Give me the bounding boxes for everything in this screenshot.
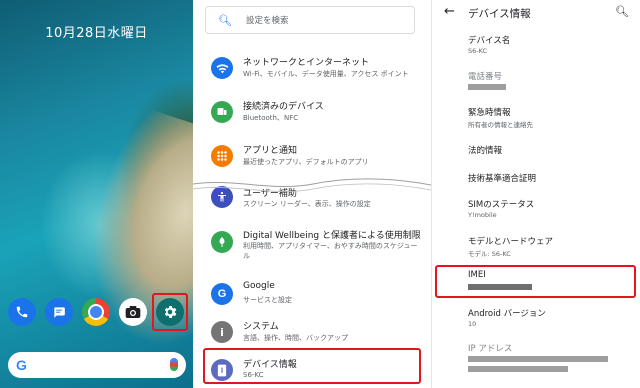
device-item-certification[interactable]: 技術基準適合証明 <box>468 172 536 184</box>
settings-item-title: アプリと通知 <box>243 146 298 156</box>
settings-item-subtitle: 最近使ったアプリ、デフォルトのアプリ <box>243 158 369 166</box>
chrome-icon[interactable] <box>82 298 110 326</box>
settings-item-digital-wellbeing[interactable]: Digital Wellbeing と保護者による使用制限 利用時間、アプリタイ… <box>193 222 431 278</box>
device-item-value: Y!mobile <box>468 211 497 219</box>
camera-icon[interactable] <box>119 298 147 326</box>
settings-item-title: Digital Wellbeing と保護者による使用制限 <box>243 231 421 241</box>
device-item-value: モデル: S6-KC <box>468 250 511 258</box>
back-arrow-icon[interactable]: ← <box>444 4 455 19</box>
redacted-value <box>468 366 568 372</box>
device-info-highlight-box <box>203 348 421 384</box>
device-item-label: モデルとハードウェア <box>468 237 554 247</box>
settings-item-subtitle: 言語、操作、時間、バックアップ <box>243 334 348 342</box>
imei-highlight-box <box>435 265 636 298</box>
settings-item-connected-devices[interactable]: 接続済みのデバイス Bluetooth、NFC <box>193 92 431 136</box>
search-icon[interactable]: 🔍︎ <box>615 5 629 18</box>
google-icon: G <box>211 283 233 305</box>
redacted-value <box>468 84 506 90</box>
apps-icon <box>211 145 233 167</box>
device-item-label: IP アドレス <box>468 344 513 354</box>
settings-item-title: 接続済みのデバイス <box>243 102 324 112</box>
settings-item-subtitle: サービスと設定 <box>243 296 292 304</box>
page-title: デバイス情報 <box>468 8 531 20</box>
home-date: 10月28日水曜日 <box>45 26 148 41</box>
device-item-value: S6-KC <box>468 47 488 55</box>
device-item-legal-info[interactable]: 法的情報 <box>468 144 502 156</box>
settings-item-title: システム <box>243 322 279 332</box>
device-item-label: デバイス名 <box>468 36 511 46</box>
settings-panel: 🔍︎ 設定を検索 ネットワークとインターネット Wi-Fi、モバイル、データ使用… <box>193 0 431 388</box>
redacted-value <box>468 356 608 362</box>
settings-item-network[interactable]: ネットワークとインターネット Wi-Fi、モバイル、データ使用量、アクセス ポイ… <box>193 48 431 92</box>
home-screen-panel: 10月28日水曜日 G <box>0 0 193 388</box>
google-logo: G <box>16 357 27 373</box>
phone-icon[interactable] <box>8 298 36 326</box>
device-item-value: 10 <box>468 320 477 328</box>
device-item-value: 所有者の情報と連絡先 <box>468 121 533 129</box>
device-item-label: Android バージョン <box>468 309 546 319</box>
search-icon: 🔍︎ <box>218 13 232 27</box>
device-info-panel: ← デバイス情報 🔍︎ デバイス名 S6-KC 電話番号 緊急時情報 所有者の情… <box>431 0 640 388</box>
settings-item-subtitle: 利用時間、アプリタイマー、おやすみ時間のスケジュール <box>243 242 418 260</box>
settings-item-title: ネットワークとインターネット <box>243 58 370 68</box>
settings-item-subtitle: Wi-Fi、モバイル、データ使用量、アクセス ポイント <box>243 70 409 78</box>
settings-item-subtitle: スクリーン リーダー、表示、操作の設定 <box>243 200 371 208</box>
search-placeholder: 設定を検索 <box>245 16 289 26</box>
torn-edge-divider <box>193 176 431 192</box>
settings-item-subtitle: Bluetooth、NFC <box>243 114 299 122</box>
messages-icon[interactable] <box>45 298 73 326</box>
settings-item-apps[interactable]: アプリと通知 最近使ったアプリ、デフォルトのアプリ <box>193 136 431 180</box>
wellbeing-icon <box>211 231 233 253</box>
device-item-label: SIMのステータス <box>468 200 535 210</box>
google-search-bar[interactable]: G <box>8 352 186 378</box>
device-item-label: 電話番号 <box>468 72 503 82</box>
settings-item-title: Google <box>243 281 275 291</box>
devices-icon <box>211 101 233 123</box>
mic-icon[interactable] <box>170 358 178 371</box>
settings-highlight-box <box>152 293 188 331</box>
device-item-label: 緊急時情報 <box>468 108 511 118</box>
info-icon: i <box>211 321 233 343</box>
settings-search-input[interactable]: 🔍︎ 設定を検索 <box>205 6 415 34</box>
wifi-icon <box>211 57 233 79</box>
device-info-app-bar: ← デバイス情報 🔍︎ <box>432 0 640 26</box>
